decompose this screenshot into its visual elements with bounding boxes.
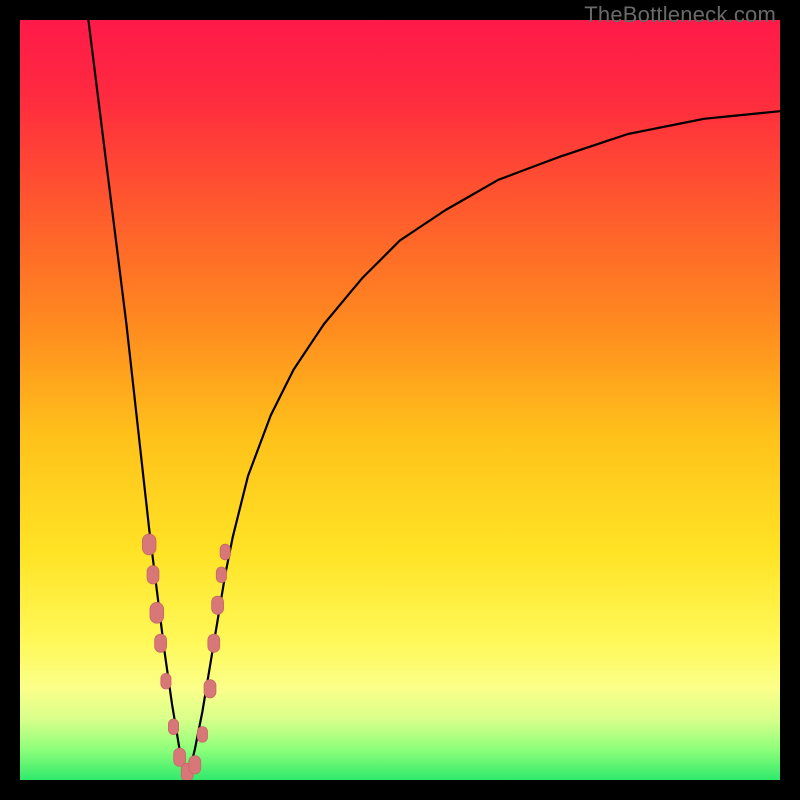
bottleneck-curve [88, 20, 780, 780]
data-marker [155, 634, 167, 652]
data-marker [212, 596, 224, 614]
curve-right-branch [187, 111, 780, 780]
data-marker [147, 566, 159, 584]
data-marker [189, 756, 201, 774]
chart-frame: TheBottleneck.com [0, 0, 800, 800]
data-marker [150, 602, 164, 623]
chart-overlay [20, 20, 780, 780]
data-marker [174, 748, 186, 766]
data-marker [168, 719, 178, 735]
watermark-text: TheBottleneck.com [584, 2, 776, 28]
plot-area [20, 20, 780, 780]
data-marker [142, 534, 156, 555]
data-markers [142, 534, 230, 780]
data-marker [208, 634, 220, 652]
data-marker [197, 727, 207, 743]
curve-left-branch [88, 20, 187, 780]
data-marker [216, 567, 226, 583]
data-marker [204, 680, 216, 698]
data-marker [161, 673, 171, 689]
data-marker [220, 544, 230, 560]
